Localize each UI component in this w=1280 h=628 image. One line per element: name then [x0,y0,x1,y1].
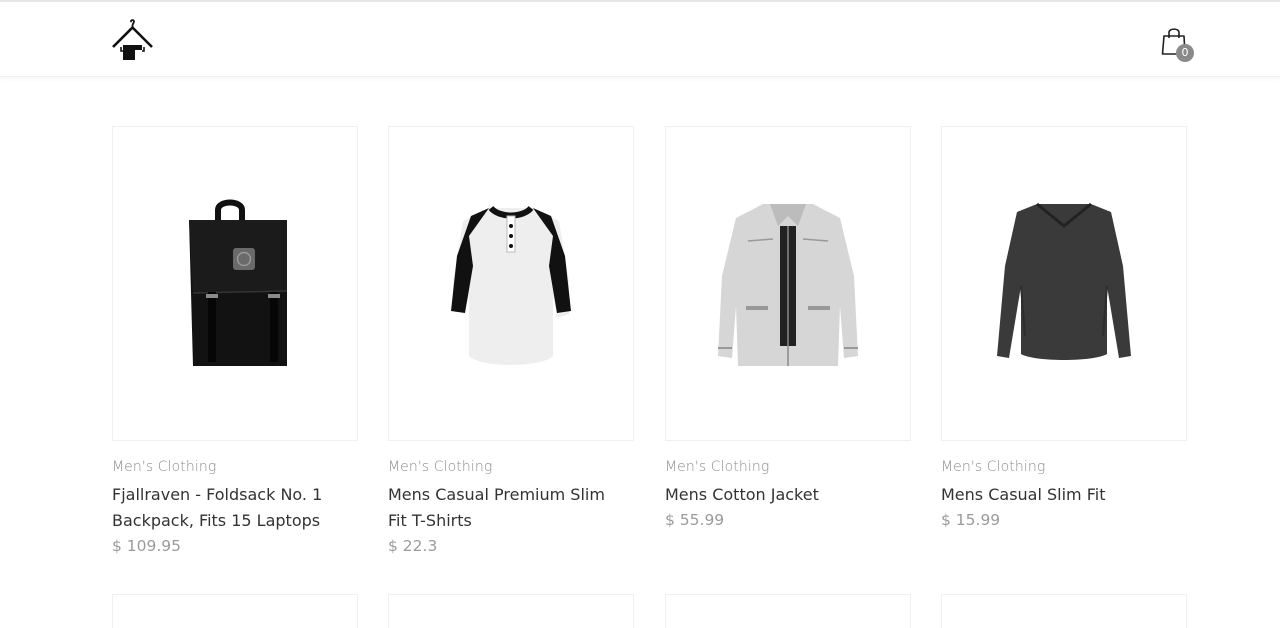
product-category: Men's Clothing [112,459,217,475]
product-card[interactable]: Men's Clothing Mens Casual Premium Slim … [388,126,634,555]
cart-count-badge: 0 [1176,44,1194,62]
product-card[interactable]: Men's Clothing Fjallraven - Foldsack No.… [112,126,358,555]
site-header: 0 [0,2,1280,77]
product-card-next-row[interactable] [941,594,1187,628]
cotton-jacket-image [718,204,858,366]
store-logo-icon[interactable] [110,18,156,62]
product-title[interactable]: Mens Casual Premium Slim Fit T-Shirts [388,482,628,534]
product-price: $ 109.95 [112,537,182,555]
product-price: $ 22.3 [388,537,438,555]
product-image[interactable] [388,126,634,441]
product-price: $ 55.99 [665,511,725,529]
product-card[interactable]: Men's Clothing Mens Casual Slim Fit $ 15… [941,126,1187,529]
product-title[interactable]: Mens Casual Slim Fit [941,482,1181,508]
product-image[interactable] [941,126,1187,441]
product-card-next-row[interactable] [665,594,911,628]
product-card-next-row[interactable] [112,594,358,628]
product-category: Men's Clothing [665,459,770,475]
raglan-tshirt-image [451,205,571,365]
product-category: Men's Clothing [388,459,493,475]
product-image[interactable] [112,126,358,441]
product-title[interactable]: Fjallraven - Foldsack No. 1 Backpack, Fi… [112,482,352,534]
product-title[interactable]: Mens Cotton Jacket [665,482,905,508]
product-image[interactable] [665,126,911,441]
backpack-image [189,199,288,366]
product-category: Men's Clothing [941,459,1046,475]
product-price: $ 15.99 [941,511,1001,529]
product-card[interactable]: Men's Clothing Mens Cotton Jacket $ 55.9… [665,126,911,529]
product-card-next-row[interactable] [388,594,634,628]
slim-fit-longsleeve-image [997,202,1131,360]
